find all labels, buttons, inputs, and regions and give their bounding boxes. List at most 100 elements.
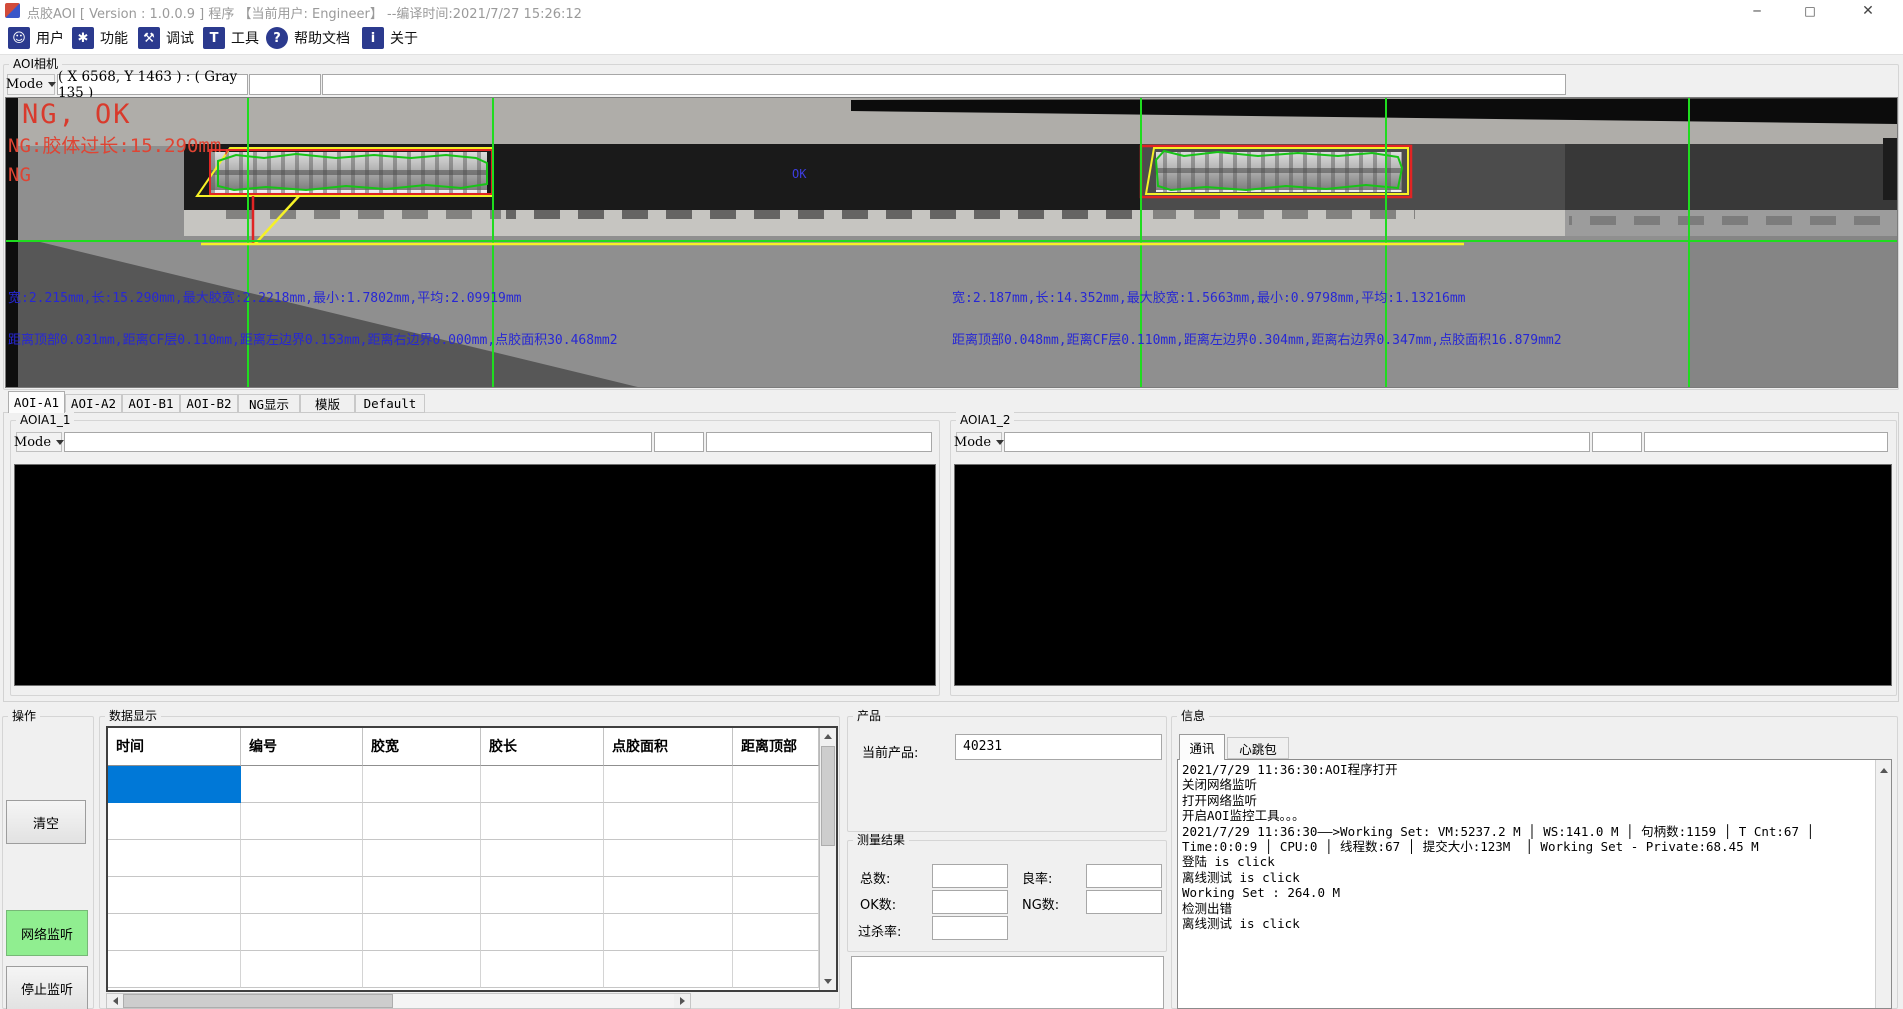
scrollbar-thumb[interactable]	[821, 746, 835, 846]
maximize-button[interactable]: □	[1785, 0, 1835, 22]
scroll-up-button[interactable]	[820, 728, 836, 745]
tab-heartbeat[interactable]: 心跳包	[1227, 737, 1289, 759]
toolbar-item-debug[interactable]: ⚒ 调试	[138, 26, 194, 50]
tab-template[interactable]: 模版	[300, 394, 355, 413]
camera-mode-dropdown[interactable]: Mode	[7, 74, 55, 95]
column-header-id[interactable]: 编号	[241, 728, 363, 766]
comms-log[interactable]: 2021/7/29 11:36:30:AOI程序打开 关闭网络监听 打开网络监听…	[1177, 759, 1892, 1009]
table-cell[interactable]	[604, 877, 733, 914]
tab-aoi-a1[interactable]: AOI-A1	[8, 391, 65, 413]
aoia1-1-video-panel[interactable]	[14, 464, 936, 686]
minimize-button[interactable]: ─	[1732, 0, 1782, 22]
table-cell[interactable]	[481, 951, 604, 988]
toolbar-item-user[interactable]: ☺ 用户	[8, 26, 64, 50]
table-cell[interactable]	[733, 840, 819, 877]
table-cell[interactable]	[363, 766, 481, 803]
table-cell[interactable]	[363, 803, 481, 840]
scroll-up-button[interactable]	[1876, 762, 1891, 779]
column-header-time[interactable]: 时间	[108, 728, 241, 766]
table-cell[interactable]	[363, 877, 481, 914]
scrollbar-thumb[interactable]	[123, 994, 393, 1008]
table-cell[interactable]	[241, 951, 363, 988]
aoia1-2-field-2[interactable]	[1592, 432, 1642, 452]
table-cell[interactable]	[241, 877, 363, 914]
log-vertical-scrollbar[interactable]	[1875, 760, 1891, 1008]
aoia1-2-video-panel[interactable]	[954, 464, 1892, 686]
table-cell[interactable]	[241, 840, 363, 877]
toolbar-item-about[interactable]: i 关于	[362, 26, 418, 50]
toolbar-item-help[interactable]: ? 帮助文档	[266, 26, 350, 50]
aoia1-1-mode-dropdown[interactable]: Mode	[16, 432, 62, 452]
stop-listen-button[interactable]: 停止监听	[6, 966, 88, 1009]
tab-aoi-b1[interactable]: AOI-B1	[122, 394, 180, 413]
table-cell[interactable]	[604, 803, 733, 840]
tab-aoi-a2[interactable]: AOI-A2	[65, 394, 122, 413]
column-header-area[interactable]: 点胶面积	[604, 728, 733, 766]
table-cell[interactable]	[733, 914, 819, 951]
toolbar-item-tools[interactable]: T 工具	[203, 26, 259, 50]
table-cell[interactable]	[108, 840, 241, 877]
camera-field-3[interactable]	[322, 74, 1566, 95]
table-cell[interactable]	[733, 803, 819, 840]
scroll-down-button[interactable]	[820, 973, 836, 990]
table-cell[interactable]	[481, 914, 604, 951]
table-cell[interactable]	[108, 803, 241, 840]
table-cell[interactable]	[241, 766, 363, 803]
table-cell[interactable]	[481, 803, 604, 840]
camera-image-view[interactable]: NG, OK NG:胶体过长:15.290mm, NG OK 宽:2.215mm…	[5, 97, 1898, 388]
table-cell[interactable]	[733, 877, 819, 914]
table-cell[interactable]	[604, 766, 733, 803]
table-cell[interactable]	[108, 951, 241, 988]
tab-aoi-b2[interactable]: AOI-B2	[180, 394, 238, 413]
column-header-length[interactable]: 胶长	[481, 728, 604, 766]
aoia1-2-field-1[interactable]	[1004, 432, 1590, 452]
table-cell[interactable]	[108, 877, 241, 914]
selected-cell[interactable]	[108, 766, 241, 803]
table-cell[interactable]	[363, 914, 481, 951]
table-horizontal-scrollbar[interactable]	[106, 993, 691, 1009]
network-listen-button[interactable]: 网络监听	[6, 910, 88, 956]
coordinate-readout-field[interactable]: ( X 6568, Y 1463 ) : ( Gray 135 )	[57, 74, 248, 95]
chevron-down-icon	[48, 82, 56, 87]
table-cell[interactable]	[733, 951, 819, 988]
scroll-right-button[interactable]	[674, 994, 690, 1008]
close-button[interactable]: ✕	[1843, 0, 1893, 22]
ok-count-field[interactable]	[932, 890, 1008, 914]
tab-ng-display[interactable]: NG显示	[238, 394, 300, 413]
table-cell[interactable]	[108, 914, 241, 951]
table-cell[interactable]	[481, 766, 604, 803]
table-cell[interactable]	[733, 766, 819, 803]
scroll-left-button[interactable]	[107, 994, 123, 1008]
column-header-top-distance[interactable]: 距离顶部	[733, 728, 819, 766]
product-notes-box[interactable]	[851, 956, 1164, 1009]
current-product-field[interactable]: 40231	[955, 734, 1162, 760]
camera-field-2[interactable]	[249, 74, 321, 95]
aoia1-1-field-3[interactable]	[706, 432, 932, 452]
toolbar-item-function[interactable]: ✱ 功能	[72, 26, 128, 50]
table-cell[interactable]	[363, 840, 481, 877]
yield-field[interactable]	[1086, 864, 1162, 888]
scroll-down-icon	[824, 979, 832, 984]
scroll-right-icon	[680, 997, 685, 1005]
ng-count-field[interactable]	[1086, 890, 1162, 914]
table-cell[interactable]	[241, 914, 363, 951]
aoia1-2-mode-dropdown[interactable]: Mode	[956, 432, 1002, 452]
column-header-width[interactable]: 胶宽	[363, 728, 481, 766]
left-stats-line2: 距离顶部0.031mm,距离CF层0.110mm,距离左边界0.153mm,距离…	[8, 329, 618, 348]
table-cell[interactable]	[241, 803, 363, 840]
tab-default[interactable]: Default	[355, 394, 425, 413]
table-cell[interactable]	[604, 914, 733, 951]
table-cell[interactable]	[481, 877, 604, 914]
table-cell[interactable]	[604, 951, 733, 988]
aoia1-1-field-1[interactable]	[64, 432, 652, 452]
table-cell[interactable]	[481, 840, 604, 877]
aoia1-2-field-3[interactable]	[1644, 432, 1888, 452]
table-vertical-scrollbar[interactable]	[819, 728, 836, 990]
overkill-field[interactable]	[932, 916, 1008, 940]
aoia1-1-field-2[interactable]	[654, 432, 704, 452]
total-field[interactable]	[932, 864, 1008, 888]
table-cell[interactable]	[604, 840, 733, 877]
table-cell[interactable]	[363, 951, 481, 988]
clear-button[interactable]: 清空	[6, 800, 86, 844]
tab-comms[interactable]: 通讯	[1179, 734, 1225, 760]
